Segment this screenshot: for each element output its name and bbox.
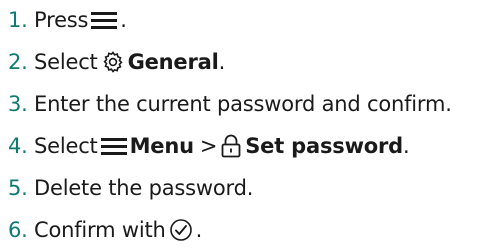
step-punctuation: .	[403, 134, 410, 158]
step-number: 4.	[8, 134, 28, 158]
step-4: 4. Select Menu > Set password .	[8, 130, 410, 162]
step-2: 2. Select General .	[8, 46, 225, 78]
step-punctuation: .	[195, 218, 203, 242]
hamburger-menu-icon	[91, 11, 118, 29]
instruction-list: 1. Press . 2. Select General . 3. Enter …	[8, 0, 498, 251]
step-number: 3.	[8, 92, 28, 116]
gear-icon	[101, 50, 125, 74]
step-punctuation: .	[218, 50, 226, 74]
step-text: Press	[34, 8, 89, 32]
step-number: 1.	[8, 8, 28, 32]
step-5: 5. Delete the password.	[8, 172, 253, 204]
checkmark-circle-icon	[169, 218, 193, 242]
step-1: 1. Press .	[8, 4, 127, 36]
step-number: 6.	[8, 218, 28, 242]
step-text: Enter the current password and confirm.	[34, 92, 452, 116]
menu-label: Menu	[129, 134, 194, 158]
settings-label: General	[127, 50, 219, 74]
lock-icon	[220, 134, 242, 158]
step-text: Delete the password.	[34, 176, 254, 200]
breadcrumb-separator: >	[199, 134, 218, 158]
hamburger-menu-icon	[100, 137, 127, 155]
step-3: 3. Enter the current password and confir…	[8, 88, 452, 120]
step-text: Confirm with	[34, 218, 166, 242]
step-number: 2.	[8, 50, 28, 74]
set-password-label: Set password	[245, 134, 403, 158]
step-6: 6. Confirm with .	[8, 214, 202, 246]
step-number: 5.	[8, 176, 28, 200]
step-text: Select	[34, 50, 98, 74]
step-punctuation: .	[120, 8, 127, 32]
step-text: Select	[34, 134, 98, 158]
